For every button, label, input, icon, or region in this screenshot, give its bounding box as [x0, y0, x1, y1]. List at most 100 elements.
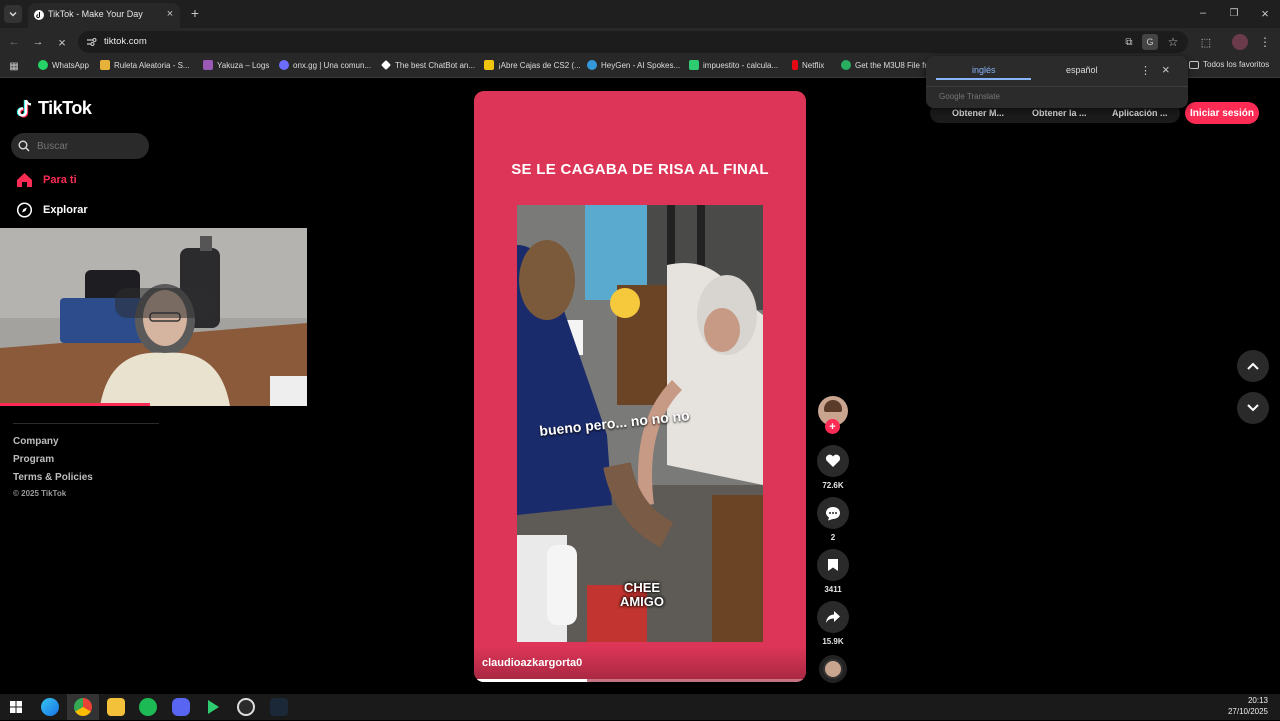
- ruleta-icon: [100, 60, 110, 70]
- comment-button[interactable]: [817, 497, 849, 529]
- video-progress-fill: [474, 679, 587, 682]
- all-bookmarks[interactable]: Todos los favoritos: [1189, 60, 1269, 69]
- bookmark-item[interactable]: HeyGen - AI Spokes...: [587, 60, 680, 70]
- like-button[interactable]: [817, 445, 849, 477]
- get-app-link[interactable]: Obtener la ...: [1032, 108, 1087, 118]
- next-video-button[interactable]: [1237, 392, 1269, 424]
- tiktok-favicon-icon: [34, 10, 44, 20]
- compass-icon: [16, 202, 33, 218]
- heygen-icon: [587, 60, 597, 70]
- save-button[interactable]: [817, 549, 849, 581]
- chatbot-icon: [381, 60, 391, 70]
- bookmark-item[interactable]: ¡Abre Cajas de CS2 (...: [484, 60, 581, 70]
- discord-icon[interactable]: [172, 698, 190, 716]
- chevron-down-icon: [1247, 404, 1259, 412]
- nav-explore[interactable]: Explorar: [16, 202, 88, 218]
- extensions-icon[interactable]: ⬚: [1198, 34, 1214, 50]
- taskbar-date: 27/10/2025: [1227, 707, 1268, 716]
- search-box[interactable]: [11, 133, 149, 159]
- translate-divider: [926, 86, 1188, 87]
- taskbar-time: 20:13: [1247, 696, 1268, 705]
- video-progress-track[interactable]: [474, 679, 806, 682]
- file-explorer-icon[interactable]: [107, 698, 125, 716]
- bookmark-item[interactable]: Get the M3U8 File fr: [841, 60, 927, 70]
- tab-search-button[interactable]: [4, 5, 22, 23]
- share-button[interactable]: [817, 601, 849, 633]
- login-button[interactable]: Iniciar sesión: [1185, 102, 1259, 124]
- comment-icon: [826, 506, 840, 520]
- video-player[interactable]: SE LE CAGABA DE RISA AL FINAL bueno pero…: [474, 91, 806, 682]
- bookmark-item[interactable]: Netflix: [792, 60, 824, 70]
- forward-icon[interactable]: →: [30, 35, 46, 49]
- bookmark-item[interactable]: WhatsApp: [38, 60, 89, 70]
- minimize-icon[interactable]: –: [1196, 6, 1210, 20]
- heart-icon: [825, 454, 841, 467]
- address-bar[interactable]: tiktok.com ⧉ G ☆: [78, 31, 1188, 53]
- stop-loading-icon[interactable]: ×: [54, 35, 70, 50]
- media-player-icon[interactable]: [204, 698, 222, 716]
- install-app-icon[interactable]: ⧉: [1122, 35, 1136, 49]
- bookmark-item[interactable]: Yakuza – Logs: [203, 60, 269, 70]
- translate-provider: Google Translate: [939, 92, 1000, 101]
- copyright: © 2025 TikTok: [13, 489, 67, 498]
- menu-icon[interactable]: ⋮: [1258, 34, 1272, 50]
- chrome-icon[interactable]: [74, 698, 92, 716]
- new-tab-icon[interactable]: +: [188, 5, 202, 21]
- nav-for-you[interactable]: Para ti: [16, 172, 77, 188]
- profile-avatar-icon[interactable]: [1232, 34, 1248, 50]
- translate-target-tab[interactable]: español: [1066, 65, 1098, 75]
- spotify-icon[interactable]: [139, 698, 157, 716]
- onx-icon: [279, 60, 289, 70]
- restore-icon[interactable]: ❐: [1227, 6, 1241, 20]
- close-window-icon[interactable]: ×: [1258, 6, 1272, 21]
- video-caption: SE LE CAGABA DE RISA AL FINAL: [511, 161, 769, 178]
- bookmark-item[interactable]: impuestito - calcula...: [689, 60, 778, 70]
- music-disc-avatar[interactable]: [819, 655, 847, 683]
- translate-options-icon[interactable]: ⋮: [1140, 64, 1151, 77]
- browser-toolbar: ← → × tiktok.com ⧉ G ☆ ⬚ ⋮: [0, 28, 1280, 56]
- edge-icon[interactable]: [41, 698, 59, 716]
- search-input[interactable]: [37, 138, 141, 154]
- cs2-icon: [484, 60, 494, 70]
- bookmark-icon: [828, 559, 838, 571]
- netflix-icon: [792, 60, 798, 70]
- site-settings-icon[interactable]: [86, 37, 97, 47]
- overlay-text-2: CHEE AMIGO: [619, 580, 665, 609]
- apps-grid-icon[interactable]: ▦: [8, 60, 20, 72]
- webcam-bottom-bar: [0, 403, 150, 406]
- save-count: 3411: [824, 585, 842, 594]
- tiktok-logo-icon: [16, 99, 32, 118]
- bookmark-item[interactable]: onx.gg | Una comun...: [279, 60, 371, 70]
- chevron-down-icon: [9, 12, 17, 17]
- home-icon: [17, 173, 32, 187]
- tiktok-logo[interactable]: TikTok: [16, 98, 92, 119]
- footer-terms[interactable]: Terms & Policies: [13, 472, 93, 483]
- translate-icon[interactable]: G: [1142, 34, 1158, 50]
- video-frame: bueno pero... no no no CHEE AMIGO: [517, 205, 763, 642]
- previous-video-button[interactable]: [1237, 350, 1269, 382]
- translate-tab-underline: [936, 78, 1031, 80]
- pc-app-link[interactable]: Aplicación ...: [1112, 108, 1168, 118]
- footer-company[interactable]: Company: [13, 436, 59, 447]
- search-icon: [18, 140, 30, 152]
- steam-icon[interactable]: [270, 698, 288, 716]
- obs-icon[interactable]: [237, 698, 255, 716]
- translate-close-icon[interactable]: ×: [1162, 62, 1170, 77]
- tiktok-logo-text: TikTok: [38, 98, 92, 118]
- follow-plus-icon[interactable]: +: [825, 419, 840, 434]
- windows-start-icon[interactable]: [10, 701, 22, 713]
- footer-program[interactable]: Program: [13, 454, 54, 465]
- video-author[interactable]: claudioazkargorta0: [482, 657, 582, 669]
- sidebar-divider: [13, 423, 159, 424]
- webcam-image: [0, 228, 307, 406]
- close-tab-icon[interactable]: ×: [164, 8, 176, 20]
- bookmark-star-icon[interactable]: ☆: [1166, 35, 1180, 49]
- tab-tiktok[interactable]: TikTok - Make Your Day ×: [28, 3, 180, 28]
- back-icon[interactable]: ←: [6, 35, 22, 49]
- share-icon: [826, 611, 840, 623]
- bookmark-item[interactable]: Ruleta Aleatoria - S...: [100, 60, 190, 70]
- get-coins-link[interactable]: Obtener M...: [952, 108, 1004, 118]
- whatsapp-icon: [38, 60, 48, 70]
- bookmark-item[interactable]: The best ChatBot an...: [381, 60, 475, 70]
- translate-source-tab[interactable]: inglés: [972, 65, 996, 75]
